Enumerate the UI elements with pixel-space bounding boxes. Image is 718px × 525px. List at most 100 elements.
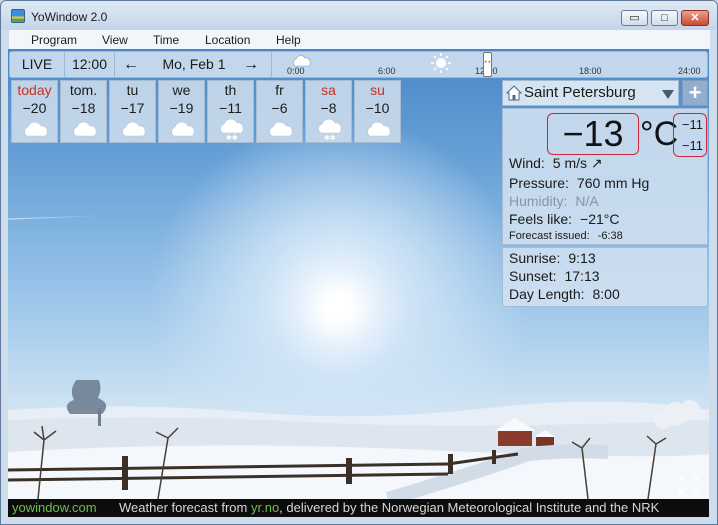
forecast-day-temp: −20 <box>22 100 47 116</box>
forecast-day[interactable]: we −19 <box>158 80 205 143</box>
forecast-day[interactable]: fr −6 <box>256 80 303 143</box>
snow-cloud-icon: ✱✱ <box>220 119 244 141</box>
wind-row: Wind: 5 m/s ↗ <box>509 155 603 172</box>
timeline-sun-icon <box>431 53 451 73</box>
menu-location[interactable]: Location <box>205 33 250 47</box>
fullscreen-icon[interactable] <box>678 474 700 496</box>
close-icon: ✕ <box>690 12 700 24</box>
time-display[interactable]: 12:00 <box>65 52 115 77</box>
forecast-day-name: sa <box>321 82 336 98</box>
sun-info-box: Sunrise: 9:13 Sunset: 17:13 Day Length: 8:0… <box>502 247 708 307</box>
yrno-link[interactable]: yr.no <box>251 500 279 515</box>
wind-label: Wind: <box>509 155 545 171</box>
timeline-label: 18:00 <box>579 66 602 76</box>
credit-suffix: , delivered by the Norwegian Meteorologi… <box>279 500 660 515</box>
cloud-icon <box>367 121 391 137</box>
forecast-credit: Weather forecast from yr.no, delivered b… <box>119 500 659 515</box>
feels-like-label: Feels like: <box>509 211 573 227</box>
sunrise-row: Sunrise: 9:13 <box>509 250 596 266</box>
yowindow-link[interactable]: yowindow.com <box>12 500 97 515</box>
forecast-day[interactable]: th −11 ✱✱ <box>207 80 254 143</box>
chevron-down-icon[interactable] <box>661 88 675 100</box>
menu-time[interactable]: Time <box>153 33 179 47</box>
forecast-day-name: today <box>17 82 52 98</box>
time-toolbar: LIVE 12:00 ← Mo, Feb 1 → 0:00 6:00 12:00… <box>9 51 708 78</box>
range-low: −11 <box>681 138 703 153</box>
minimize-button[interactable]: ▭ <box>621 10 648 26</box>
winter-landscape <box>8 380 709 499</box>
cloud-icon <box>24 121 48 137</box>
forecast-day-temp: −19 <box>169 100 194 116</box>
snow-cloud-icon: ✱✱ <box>318 119 342 141</box>
cloud-icon <box>73 121 97 137</box>
credit-prefix: Weather forecast from <box>119 500 251 515</box>
current-conditions-panel: Saint Petersburg + −13 °C −11 −11 Wind: 5… <box>502 80 708 307</box>
pressure-label: Pressure: <box>509 175 569 191</box>
sunset-value: 17:13 <box>564 268 600 284</box>
forecast-day-name: su <box>370 82 385 98</box>
title-bar: YoWindow 2.0 ▭ □ ✕ <box>1 1 717 30</box>
temperature-range: −11 −11 <box>673 113 707 157</box>
forecast-day-temp: −10 <box>365 100 390 116</box>
forecast-day-name: we <box>172 82 191 98</box>
timeline-label: 24:00 <box>678 66 701 76</box>
menu-help[interactable]: Help <box>276 33 301 47</box>
humidity-value: N/A <box>575 193 599 209</box>
forecast-day-name: fr <box>275 82 284 98</box>
forecast-strip: today −20 tom. −18 tu −17 we −19 th −11 ✱✱ fr −6 sa −8… <box>11 80 401 143</box>
contrail <box>8 215 98 220</box>
feels-like-value: −21°C <box>580 211 620 227</box>
humidity-label: Humidity: <box>509 193 568 209</box>
timeline-label: 0:00 <box>287 66 305 76</box>
location-selector[interactable]: Saint Petersburg <box>502 80 679 106</box>
timeline-label: 6:00 <box>378 66 396 76</box>
close-button[interactable]: ✕ <box>681 10 709 26</box>
current-temperature: −13 <box>547 113 639 155</box>
forecast-day[interactable]: sa −8 ✱✱ <box>305 80 352 143</box>
menu-view[interactable]: View <box>102 33 128 47</box>
forecast-day-name: tom. <box>69 82 98 98</box>
maximize-icon: □ <box>661 12 668 24</box>
pressure-value: 760 mm Hg <box>576 175 650 191</box>
forecast-day[interactable]: tu −17 <box>109 80 156 143</box>
forecast-day-name: tu <box>126 82 139 98</box>
forecast-issued-value: -6:38 <box>597 230 623 242</box>
add-location-button[interactable]: + <box>682 80 708 106</box>
forecast-day-temp: −8 <box>320 100 337 116</box>
sun-glow <box>326 295 350 319</box>
sunrise-label: Sunrise: <box>509 250 561 266</box>
forecast-issued-row: Forecast issued: -6:38 <box>509 230 623 242</box>
live-button[interactable]: LIVE <box>10 52 65 77</box>
pressure-row: Pressure: 760 mm Hg <box>509 175 649 191</box>
sunset-label: Sunset: <box>509 268 557 284</box>
window-title: YoWindow 2.0 <box>31 10 108 24</box>
city-name: Saint Petersburg <box>524 84 636 101</box>
menu-program[interactable]: Program <box>31 33 77 47</box>
forecast-day-temp: −11 <box>219 100 242 116</box>
range-high: −11 <box>681 117 703 132</box>
current-weather-box: −13 °C −11 −11 Wind: 5 m/s ↗ Pressure: 760… <box>502 108 708 245</box>
forecast-day[interactable]: today −20 <box>11 80 58 143</box>
forecast-day[interactable]: su −10 <box>354 80 401 143</box>
minimize-icon: ▭ <box>629 12 640 24</box>
feels-like-row: Feels like: −21°C <box>509 211 620 227</box>
menu-bar: Program View Time Location Help <box>9 30 710 50</box>
maximize-button[interactable]: □ <box>651 10 678 26</box>
forecast-day-temp: −17 <box>120 100 145 116</box>
next-day-arrow-icon[interactable]: → <box>243 52 259 77</box>
cloud-icon <box>171 121 195 137</box>
timeline-handle[interactable]: • • <box>483 52 492 77</box>
forecast-day[interactable]: tom. −18 <box>60 80 107 143</box>
wind-value: 5 m/s ↗ <box>552 155 603 171</box>
footer-bar: yowindow.com Weather forecast from yr.no… <box>8 499 709 517</box>
svg-text:✱✱: ✱✱ <box>226 134 238 141</box>
forecast-day-name: th <box>224 82 237 98</box>
humidity-row: Humidity: N/A <box>509 193 599 209</box>
timeline-slider[interactable]: 0:00 6:00 12:00 18:00 24:00 • • <box>273 52 708 77</box>
cloud-icon <box>269 121 293 137</box>
forecast-issued-label: Forecast issued: <box>509 230 590 242</box>
day-length-row: Day Length: 8:00 <box>509 286 620 302</box>
app-logo-icon <box>11 9 25 23</box>
prev-day-arrow-icon[interactable]: ← <box>123 52 139 77</box>
day-length-label: Day Length: <box>509 286 585 302</box>
